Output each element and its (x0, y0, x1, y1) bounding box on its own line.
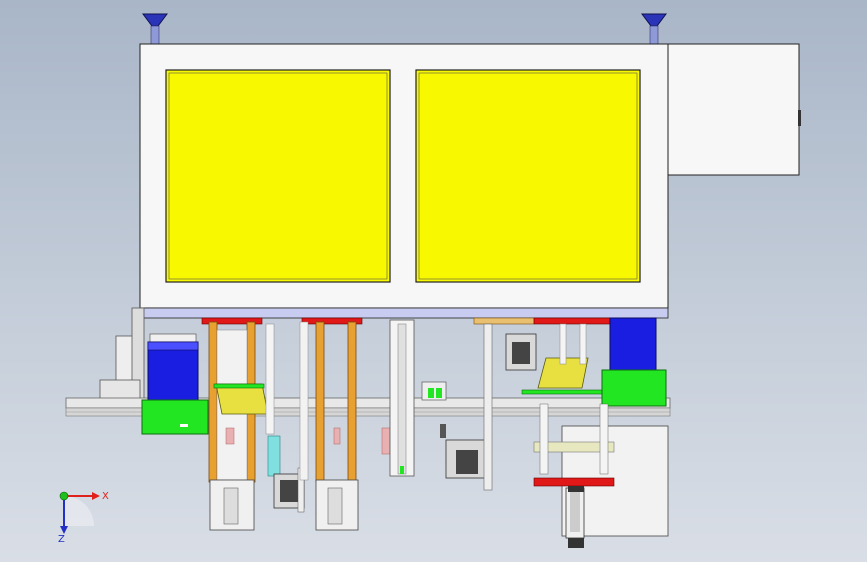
triad-x-label: X (102, 491, 109, 502)
coordinate-triad-icon: X Z (58, 491, 109, 545)
orange-frame-1 (201, 317, 263, 531)
cad-viewport[interactable]: X Z (0, 0, 867, 562)
cad-model-view[interactable]: X Z (0, 0, 867, 562)
tray-left (213, 383, 269, 415)
top-hopper-right (641, 13, 667, 45)
lower-right-press (533, 403, 669, 548)
servo-motor-2 (440, 424, 487, 479)
side-control-box (667, 43, 800, 176)
sensor-block (421, 381, 447, 401)
left-cylinder-assembly (141, 333, 209, 435)
window-panel-left (165, 69, 391, 283)
top-hopper-left (142, 13, 168, 45)
orange-frame-2 (299, 317, 363, 531)
triad-z-label: Z (58, 534, 65, 545)
mounting-beam (139, 307, 669, 319)
sensor-pink (381, 427, 391, 455)
side-box-handle (798, 110, 801, 126)
left-fixture (99, 307, 145, 401)
servo-motor-1 (273, 467, 305, 513)
center-guide (389, 319, 415, 477)
window-panel-right (415, 69, 641, 283)
